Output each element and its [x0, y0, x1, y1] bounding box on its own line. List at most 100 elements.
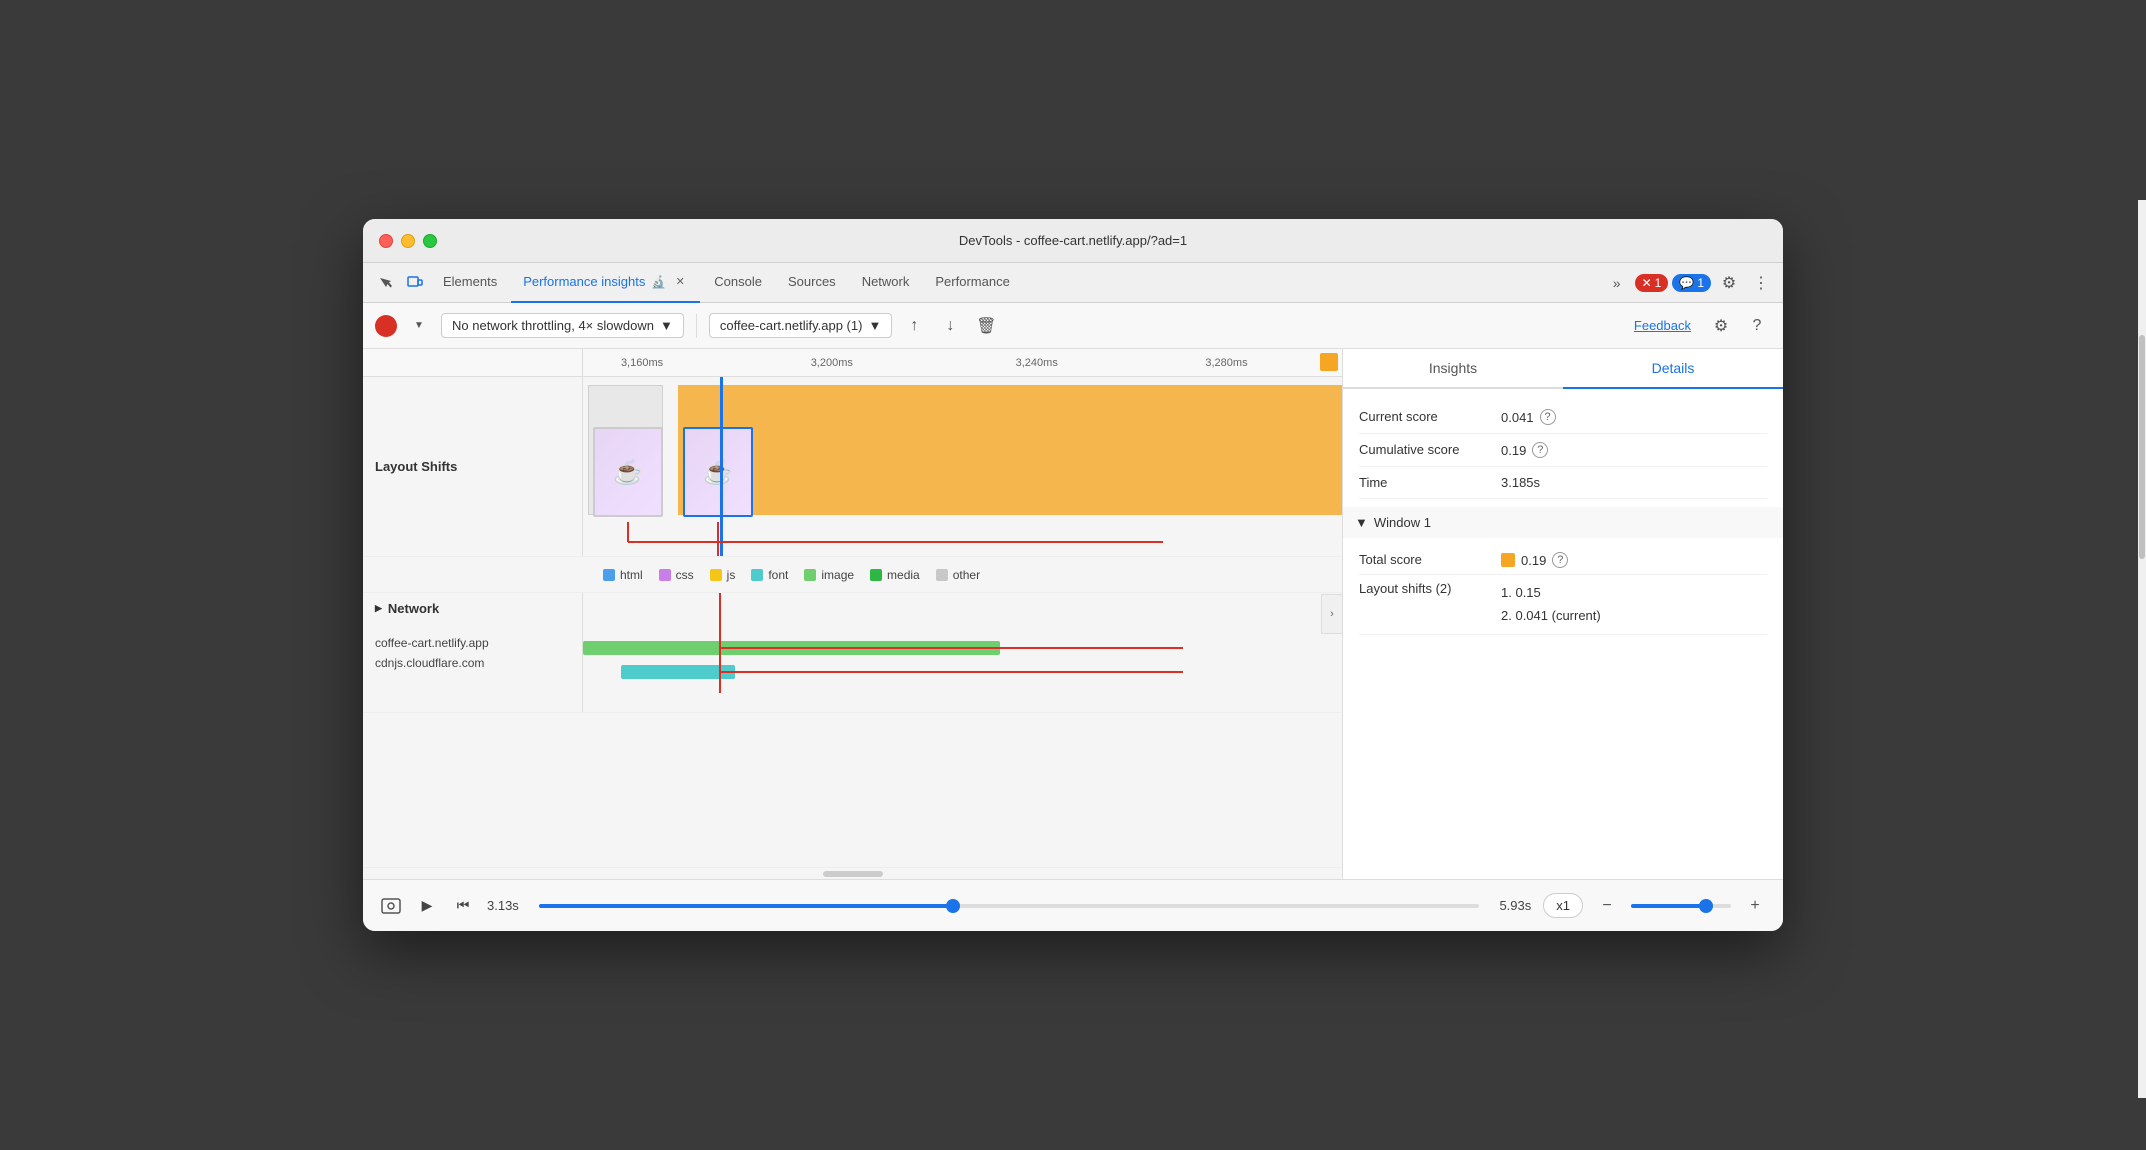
total-score-help[interactable]: ?	[1552, 552, 1568, 568]
metric-current-score: Current score 0.041 ?	[1359, 401, 1767, 434]
tab-performance[interactable]: Performance	[923, 263, 1021, 303]
playback-slider[interactable]	[539, 904, 1480, 908]
titlebar: DevTools - coffee-cart.netlify.app/?ad=1	[363, 219, 1783, 263]
download-icon[interactable]: ↓	[936, 312, 964, 340]
tab-details[interactable]: Details	[1563, 349, 1783, 389]
traffic-lights	[379, 234, 437, 248]
legend-media: media	[870, 568, 920, 582]
legend-image: image	[804, 568, 854, 582]
minimize-button[interactable]	[401, 234, 415, 248]
current-score-help[interactable]: ?	[1540, 409, 1556, 425]
more-tabs-button[interactable]: »	[1603, 269, 1631, 297]
close-button[interactable]	[379, 234, 393, 248]
legend-font: font	[751, 568, 788, 582]
tab-performance-insights[interactable]: Performance insights 🔬 ✕	[511, 263, 700, 303]
network-host-2: cdnjs.cloudflare.com	[375, 656, 484, 670]
speed-button[interactable]: x1	[1543, 893, 1583, 918]
record-button[interactable]	[375, 315, 397, 337]
zoom-in-button[interactable]: +	[1743, 894, 1767, 918]
insights-content: Current score 0.041 ? Cumulative score 0…	[1343, 389, 1783, 879]
image-color-dot	[804, 569, 816, 581]
play-button[interactable]: ▶	[415, 894, 439, 918]
triangle-icon: ▼	[1355, 515, 1368, 530]
settings-icon[interactable]: ⚙	[1715, 269, 1743, 297]
tab-sources[interactable]: Sources	[776, 263, 848, 303]
legend-html: html	[603, 568, 643, 582]
ruler-marks: 3,160ms 3,200ms 3,240ms 3,280ms	[583, 349, 1342, 376]
screenshot-mode-icon[interactable]	[379, 894, 403, 918]
tab-close-icon[interactable]: ✕	[672, 274, 688, 290]
screenshot-thumb-1[interactable]: ☕	[593, 427, 663, 517]
css-color-dot	[659, 569, 671, 581]
skip-start-button[interactable]: ⏮	[451, 894, 475, 918]
tab-console[interactable]: Console	[702, 263, 774, 303]
cursor-icon[interactable]	[371, 269, 399, 297]
slider-thumb[interactable]	[946, 899, 960, 913]
throttle-dropdown[interactable]: No network throttling, 4× slowdown ▼	[441, 313, 684, 338]
font-color-dot	[751, 569, 763, 581]
ls-orange-bar	[678, 385, 1342, 515]
feedback-link[interactable]: Feedback	[1634, 318, 1691, 333]
zoom-out-button[interactable]: −	[1595, 894, 1619, 918]
network-label: ▶ Network coffee-cart.netlify.app cdnjs.…	[363, 593, 583, 712]
info-badge[interactable]: 💬 1	[1672, 274, 1711, 292]
network-section-label: ▶ Network	[375, 601, 439, 616]
tabs-bar: Elements Performance insights 🔬 ✕ Consol…	[363, 263, 1783, 303]
ruler-mark-4: 3,280ms	[1205, 357, 1247, 369]
screenshot-thumb-2[interactable]: ☕	[683, 427, 753, 517]
layout-shifts-label: Layout Shifts	[363, 377, 583, 556]
net-bar-host1	[583, 641, 1000, 655]
tab-elements[interactable]: Elements	[431, 263, 509, 303]
window-section-header: ▼ Window 1	[1343, 507, 1783, 538]
tab-network[interactable]: Network	[850, 263, 922, 303]
tab-insights[interactable]: Insights	[1343, 349, 1563, 389]
cumulative-score-help[interactable]: ?	[1532, 442, 1548, 458]
error-badge[interactable]: ✕ 1	[1635, 274, 1669, 292]
time-start: 3.13s	[487, 898, 519, 913]
metric-cumulative-score: Cumulative score 0.19 ?	[1359, 434, 1767, 467]
scroll-pill[interactable]	[823, 871, 883, 877]
legend-other: other	[936, 568, 980, 582]
timeline-scroll-bar	[363, 867, 1342, 879]
other-color-dot	[936, 569, 948, 581]
settings-icon[interactable]: ⚙	[1707, 312, 1735, 340]
bottom-toolbar: ▶ ⏮ 3.13s 5.93s x1 − +	[363, 879, 1783, 931]
window-section: ▼ Window 1 Total score 0.19 ? Layout shi…	[1359, 507, 1767, 635]
more-options-icon[interactable]: ⋮	[1747, 269, 1775, 297]
net-bar-host2	[621, 665, 735, 679]
shift-item-1: 1. 0.15	[1501, 581, 1601, 604]
collapse-panel-button[interactable]: ›	[1321, 594, 1343, 634]
zoom-fill	[1631, 904, 1706, 908]
zoom-slider[interactable]	[1631, 904, 1731, 908]
help-icon[interactable]: ?	[1743, 312, 1771, 340]
time-end: 5.93s	[1499, 898, 1531, 913]
toolbar: ▼ No network throttling, 4× slowdown ▼ c…	[363, 303, 1783, 349]
shift-item-2: 2. 0.041 (current)	[1501, 604, 1601, 627]
legend-js: js	[710, 568, 736, 582]
separator	[696, 314, 697, 338]
metric-time: Time 3.185s	[1359, 467, 1767, 499]
total-score-row: Total score 0.19 ?	[1359, 546, 1767, 575]
ruler-label-col	[363, 349, 583, 376]
delete-icon[interactable]: 🗑	[972, 312, 1000, 340]
devtools-window: DevTools - coffee-cart.netlify.app/?ad=1…	[363, 219, 1783, 931]
html-color-dot	[603, 569, 615, 581]
dropdown-arrow-icon[interactable]: ▼	[405, 312, 433, 340]
legend-items: html css js font	[583, 568, 1342, 582]
ruler-mark-1: 3,160ms	[621, 357, 663, 369]
shift-list: 1. 0.15 2. 0.041 (current)	[1501, 581, 1601, 628]
main-area: 3,160ms 3,200ms 3,240ms 3,280ms Layout S…	[363, 349, 1783, 879]
legend-css: css	[659, 568, 694, 582]
device-icon[interactable]	[401, 269, 429, 297]
timeline-ruler: 3,160ms 3,200ms 3,240ms 3,280ms	[363, 349, 1342, 377]
ls-vertical-line	[720, 377, 723, 556]
js-color-dot	[710, 569, 722, 581]
zoom-thumb[interactable]	[1699, 899, 1713, 913]
upload-icon[interactable]: ↑	[900, 312, 928, 340]
network-row: ▶ Network coffee-cart.netlify.app cdnjs.…	[363, 593, 1342, 713]
chevron-down-icon: ▼	[868, 318, 881, 333]
timeline-panel: 3,160ms 3,200ms 3,240ms 3,280ms Layout S…	[363, 349, 1343, 879]
window-title: DevTools - coffee-cart.netlify.app/?ad=1	[959, 233, 1187, 248]
maximize-button[interactable]	[423, 234, 437, 248]
url-dropdown[interactable]: coffee-cart.netlify.app (1) ▼	[709, 313, 892, 338]
